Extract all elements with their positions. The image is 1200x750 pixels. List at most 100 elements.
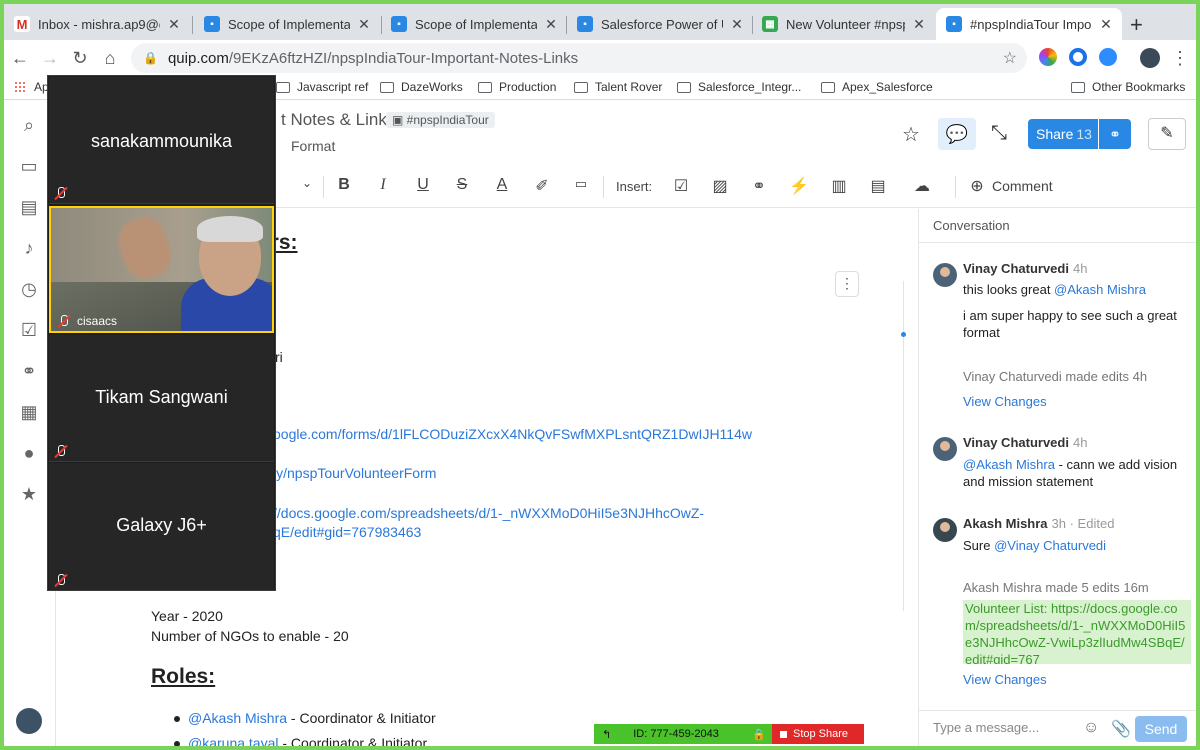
- author-name[interactable]: Vinay Chaturvedi: [963, 261, 1069, 276]
- spreadsheet-link[interactable]: //docs.google.com/spreadsheets/d/1-_nWXX…: [273, 505, 704, 521]
- strikethrough-icon[interactable]: S: [450, 176, 474, 194]
- chevron-down-icon[interactable]: ⌄: [295, 176, 319, 190]
- close-icon[interactable]: ✕: [356, 16, 372, 33]
- user-mention[interactable]: @Akash Mishra: [1054, 282, 1146, 297]
- copy-link-icon[interactable]: ⚭: [1099, 119, 1131, 149]
- close-icon[interactable]: ✕: [911, 16, 927, 33]
- format-menu[interactable]: Format: [291, 138, 335, 154]
- send-button[interactable]: Send: [1135, 716, 1187, 742]
- close-icon[interactable]: ✕: [1098, 16, 1114, 33]
- avatar[interactable]: [933, 437, 957, 461]
- home-icon[interactable]: ⌂: [98, 46, 122, 70]
- user-mention[interactable]: @Vinay Chaturvedi: [994, 538, 1106, 553]
- spreadsheet-icon[interactable]: ▥: [827, 176, 851, 196]
- checkbox-icon[interactable]: ☑: [19, 320, 39, 340]
- bookmark-folder[interactable]: Apex_Salesforce: [821, 80, 933, 94]
- expand-icon[interactable]: ⤡: [991, 122, 1007, 145]
- live-app-icon[interactable]: ⚡: [787, 176, 811, 196]
- star-icon[interactable]: ★: [19, 484, 39, 504]
- text-color-icon[interactable]: A: [490, 176, 514, 194]
- participant-tile[interactable]: Galaxy J6+: [49, 463, 274, 590]
- conversation-toggle-icon[interactable]: 💬: [938, 118, 976, 150]
- bookmark-folder[interactable]: Production: [478, 80, 556, 94]
- back-icon[interactable]: ←: [8, 46, 32, 70]
- other-bookmarks[interactable]: Other Bookmarks: [1071, 80, 1185, 94]
- view-changes-link[interactable]: View Changes: [963, 394, 1047, 409]
- checklist-icon[interactable]: ☑: [669, 176, 693, 196]
- close-icon[interactable]: ✕: [543, 16, 559, 33]
- underline-icon[interactable]: U: [411, 176, 435, 194]
- search-icon[interactable]: ⌕: [19, 115, 39, 135]
- meeting-id-section[interactable]: ↰ ID: 777-459-2043 🔒: [594, 724, 772, 744]
- menu-kebab-icon[interactable]: ⋮: [1168, 46, 1192, 70]
- participant-tile[interactable]: sanakammounika: [49, 77, 274, 204]
- stop-share-button[interactable]: Stop Share: [772, 724, 864, 744]
- user-avatar[interactable]: [16, 708, 42, 734]
- code-icon[interactable]: ▭: [569, 176, 593, 192]
- cloud-icon[interactable]: ☁: [910, 176, 934, 196]
- reload-icon[interactable]: ↻: [68, 46, 92, 70]
- bookmark-folder[interactable]: Talent Rover: [574, 80, 662, 94]
- bookmark-folder[interactable]: Salesforce_Integr...: [677, 80, 801, 94]
- section-menu-icon[interactable]: ⋮: [835, 271, 859, 297]
- close-icon[interactable]: ✕: [166, 16, 182, 33]
- grid-icon[interactable]: ▦: [19, 402, 39, 422]
- folder-tag[interactable]: ▣ #npspIndiaTour: [386, 112, 495, 128]
- chat-bubble-icon[interactable]: ●: [19, 443, 39, 463]
- attachment-icon[interactable]: 📎: [1111, 719, 1131, 739]
- volunteer-form-link[interactable]: ly/npspTourVolunteerForm: [273, 465, 436, 481]
- emoji-icon[interactable]: ☺: [1083, 719, 1099, 737]
- doc-title[interactable]: t Notes & Links: [281, 110, 395, 130]
- new-tab-button[interactable]: +: [1130, 12, 1143, 38]
- zoom-extension-icon[interactable]: [1099, 48, 1117, 66]
- bold-icon[interactable]: B: [332, 176, 356, 194]
- italic-icon[interactable]: I: [371, 176, 395, 194]
- clock-icon[interactable]: ◷: [19, 279, 39, 299]
- extension-ring-icon[interactable]: [1069, 48, 1087, 66]
- avatar[interactable]: [933, 263, 957, 287]
- bell-icon[interactable]: ♪: [19, 238, 39, 258]
- author-name[interactable]: Akash Mishra: [963, 516, 1048, 531]
- add-comment-icon[interactable]: ⊕: [965, 176, 989, 196]
- forward-icon[interactable]: →: [38, 46, 62, 70]
- address-bar[interactable]: 🔒 quip.com/9EKzA6ftzHZI/npspIndiaTour-Im…: [131, 43, 1027, 73]
- avatar[interactable]: [933, 518, 957, 542]
- profile-avatar[interactable]: [1140, 48, 1160, 68]
- author-name[interactable]: Vinay Chaturvedi: [963, 369, 1062, 384]
- google-form-link[interactable]: oogle.com/forms/d/1lFLCODuziZXcxX4NkQvFS…: [273, 426, 752, 442]
- user-mention[interactable]: @karuna tayal: [188, 735, 278, 746]
- user-mention[interactable]: @Akash Mishra: [188, 710, 287, 726]
- bookmark-folder[interactable]: Javascript ref: [276, 80, 368, 94]
- bookmark-star-icon[interactable]: ☆: [1003, 48, 1017, 68]
- message-input[interactable]: Type a message...: [933, 720, 1039, 735]
- compose-icon[interactable]: ✎: [1148, 118, 1186, 150]
- browser-window-icon[interactable]: ▭: [19, 156, 39, 176]
- favorite-star-icon[interactable]: ☆: [902, 122, 920, 147]
- highlight-icon[interactable]: ✐: [530, 176, 554, 196]
- extension-color-icon[interactable]: [1039, 48, 1057, 66]
- tab-scope-2[interactable]: ▪ Scope of Implementatio ✕: [381, 8, 567, 40]
- zoom-participants-panel[interactable]: sanakammounika cisaacs Tikam Sangwani Ga…: [47, 75, 276, 591]
- layout-icon[interactable]: ▤: [866, 176, 890, 196]
- tab-salesforce-power[interactable]: ▪ Salesforce Power of US ✕: [567, 8, 753, 40]
- scroll-track[interactable]: [903, 281, 904, 611]
- author-name[interactable]: Akash Mishra: [963, 580, 1042, 595]
- apps-shortcut[interactable]: Ap: [14, 80, 49, 94]
- participant-video[interactable]: cisaacs: [49, 206, 274, 333]
- link-icon[interactable]: ⚭: [19, 361, 39, 381]
- user-mention[interactable]: @Akash Mishra: [963, 457, 1055, 472]
- tab-new-volunteer[interactable]: ▦ New Volunteer #npspIn ✕: [752, 8, 935, 40]
- tab-gmail[interactable]: M Inbox - mishra.ap9@gm ✕: [4, 8, 190, 40]
- author-name[interactable]: Vinay Chaturvedi: [963, 435, 1069, 450]
- inbox-icon[interactable]: ▤: [19, 197, 39, 217]
- bookmark-folder[interactable]: DazeWorks: [380, 80, 463, 94]
- scroll-position-indicator[interactable]: [901, 332, 906, 337]
- tab-scope-1[interactable]: ▪ Scope of Implementatio ✕: [194, 8, 380, 40]
- comment-button[interactable]: Comment: [992, 178, 1053, 194]
- close-icon[interactable]: ✕: [729, 16, 745, 33]
- view-changes-link[interactable]: View Changes: [963, 672, 1047, 687]
- participant-tile[interactable]: Tikam Sangwani: [49, 335, 274, 462]
- spreadsheet-link[interactable]: qE/edit#gid=767983463: [273, 524, 421, 540]
- link-icon[interactable]: ⚭: [747, 176, 771, 196]
- share-button[interactable]: Share 13: [1028, 119, 1098, 149]
